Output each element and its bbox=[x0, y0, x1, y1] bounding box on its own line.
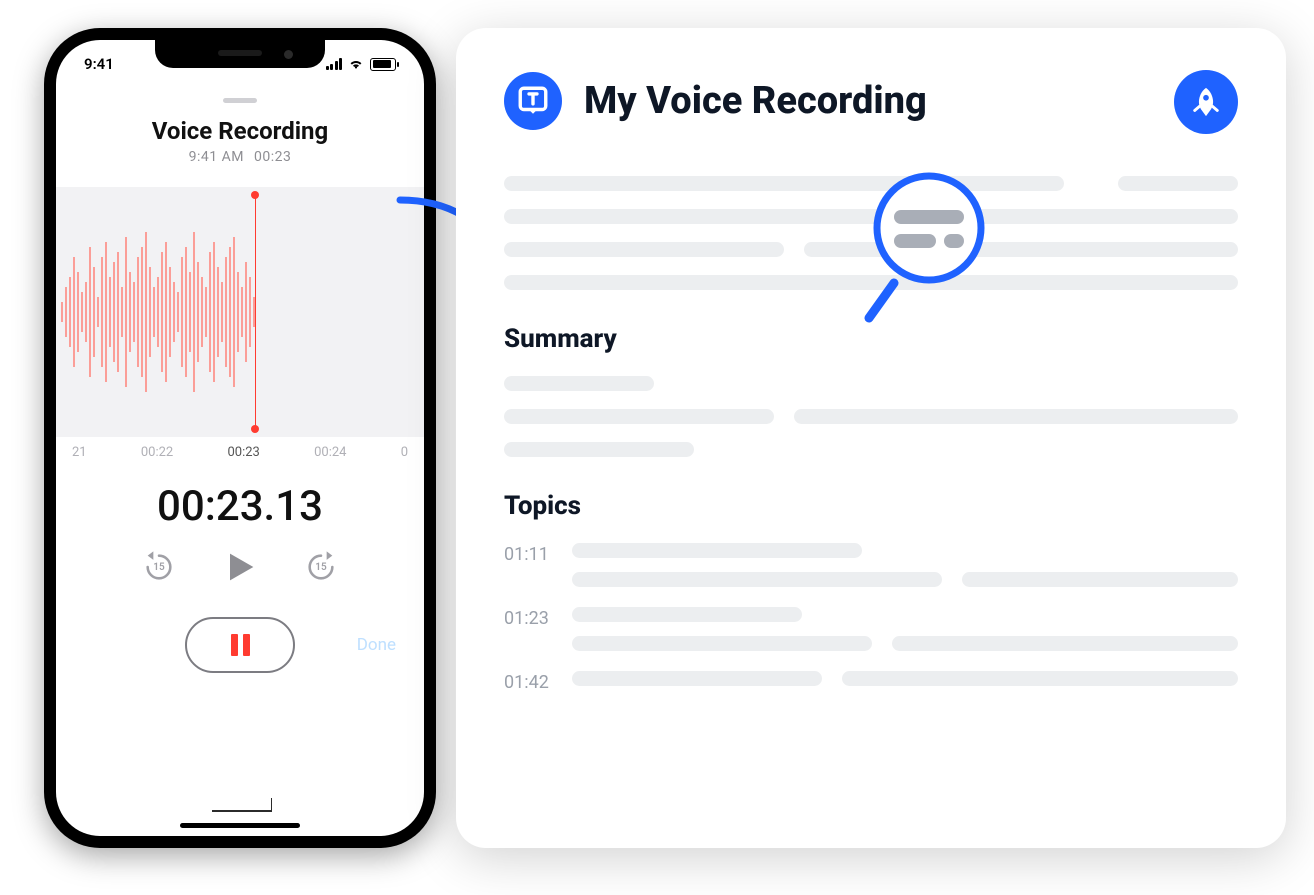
card-header: My Voice Recording bbox=[504, 72, 1238, 130]
topic-preview bbox=[572, 607, 1238, 651]
status-time: 9:41 bbox=[84, 55, 114, 73]
card-title: My Voice Recording bbox=[584, 79, 927, 123]
topic-row[interactable]: 01:11 bbox=[504, 543, 1238, 587]
elapsed-timer: 00:23.13 bbox=[56, 482, 424, 531]
summary-heading: Summary bbox=[504, 324, 1238, 354]
time-ruler: 21 00:22 00:23 00:24 0 bbox=[56, 437, 424, 460]
recording-time: 9:41 AM bbox=[189, 149, 244, 165]
transport-controls: 15 15 bbox=[56, 547, 424, 587]
skip-forward-button[interactable]: 15 bbox=[304, 550, 338, 584]
phone-mockup: 9:41 Voice Recording 9:41 AM 00:23 bbox=[44, 28, 436, 848]
phone-notch bbox=[155, 40, 325, 68]
callout-line bbox=[212, 810, 272, 812]
skip-seconds-label: 15 bbox=[142, 550, 176, 584]
waveform-svg bbox=[56, 187, 424, 437]
topic-preview bbox=[572, 543, 1238, 587]
ruler-tick: 00:22 bbox=[141, 445, 173, 460]
done-button[interactable]: Done bbox=[357, 635, 396, 655]
recorder-panel: Voice Recording 9:41 AM 00:23 bbox=[56, 90, 424, 836]
topic-row[interactable]: 01:23 bbox=[504, 607, 1238, 651]
recording-duration: 00:23 bbox=[254, 149, 291, 165]
topic-timestamp: 01:23 bbox=[504, 607, 552, 629]
summary-preview bbox=[504, 376, 1238, 457]
bottom-row: Done bbox=[56, 617, 424, 673]
home-indicator[interactable] bbox=[180, 823, 300, 828]
playhead[interactable] bbox=[255, 195, 257, 429]
rocket-icon bbox=[1189, 85, 1223, 119]
ruler-tick: 00:23 bbox=[227, 445, 259, 460]
skip-back-button[interactable]: 15 bbox=[142, 550, 176, 584]
pause-button[interactable] bbox=[185, 617, 295, 673]
topic-row[interactable]: 01:42 bbox=[504, 671, 1238, 693]
summary-card: My Voice Recording Summary bbox=[456, 28, 1286, 848]
topic-preview bbox=[572, 671, 1238, 686]
app-logo-icon bbox=[504, 72, 562, 130]
signal-icon bbox=[326, 58, 343, 70]
waveform[interactable] bbox=[56, 187, 424, 437]
topic-timestamp: 01:42 bbox=[504, 671, 552, 693]
launch-button[interactable] bbox=[1174, 70, 1238, 134]
topic-timestamp: 01:11 bbox=[504, 543, 552, 565]
drag-handle[interactable] bbox=[223, 98, 257, 103]
play-button[interactable] bbox=[220, 547, 260, 587]
ruler-tick: 21 bbox=[72, 445, 87, 460]
skip-seconds-label: 15 bbox=[304, 550, 338, 584]
recording-subtitle: 9:41 AM 00:23 bbox=[56, 149, 424, 165]
transcript-preview bbox=[504, 176, 1238, 290]
topics-heading: Topics bbox=[504, 491, 1238, 521]
phone-screen: 9:41 Voice Recording 9:41 AM 00:23 bbox=[56, 40, 424, 836]
recording-title: Voice Recording bbox=[56, 117, 424, 145]
wifi-icon bbox=[348, 58, 364, 70]
ruler-tick: 00:24 bbox=[314, 445, 346, 460]
pause-icon bbox=[231, 634, 250, 656]
status-right bbox=[326, 58, 397, 71]
ruler-tick: 0 bbox=[401, 445, 408, 460]
battery-icon bbox=[370, 58, 396, 71]
